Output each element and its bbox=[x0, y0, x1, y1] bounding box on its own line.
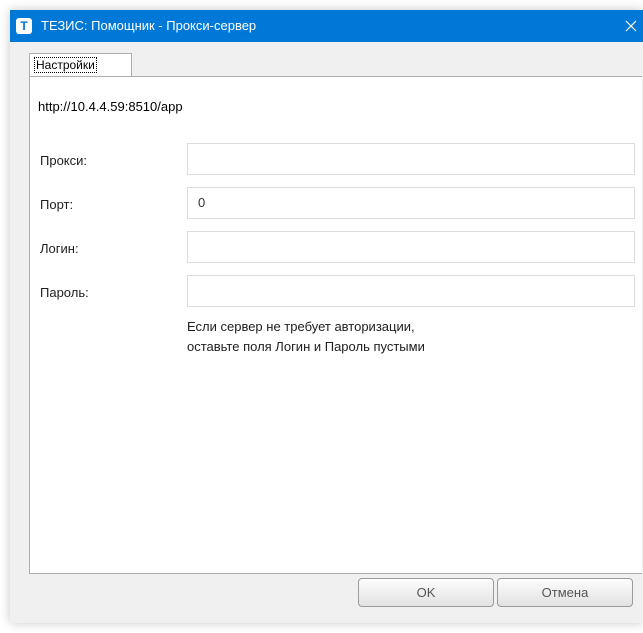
server-url: http://10.4.4.59:8510/app bbox=[38, 99, 183, 114]
ok-button[interactable]: OK bbox=[358, 578, 494, 607]
window-title: ТЕЗИС: Помощник - Прокси-сервер bbox=[41, 18, 257, 33]
close-icon bbox=[625, 20, 637, 32]
auth-hint-line2: оставьте поля Логин и Пароль пустыми bbox=[187, 339, 425, 354]
app-icon: T bbox=[16, 18, 32, 34]
password-input[interactable] bbox=[187, 275, 635, 307]
proxy-label: Прокси: bbox=[40, 153, 88, 168]
login-input[interactable] bbox=[187, 231, 635, 263]
login-label: Логин: bbox=[40, 241, 79, 256]
proxy-dialog: T ТЕЗИС: Помощник - Прокси-сервер Настро… bbox=[10, 10, 643, 623]
password-label: Пароль: bbox=[40, 285, 89, 300]
auth-hint-line1: Если сервер не требует авторизации, bbox=[187, 319, 415, 334]
proxy-input[interactable] bbox=[187, 143, 635, 175]
port-input[interactable]: 0 bbox=[187, 187, 635, 219]
tab-settings-label: Настройки bbox=[34, 57, 97, 73]
settings-panel: http://10.4.4.59:8510/app Прокси: Порт: … bbox=[29, 76, 642, 574]
tab-settings[interactable]: Настройки bbox=[29, 53, 132, 76]
close-button[interactable] bbox=[619, 10, 643, 42]
title-bar[interactable]: T ТЕЗИС: Помощник - Прокси-сервер bbox=[10, 10, 643, 42]
port-label: Порт: bbox=[40, 197, 74, 212]
cancel-button[interactable]: Отмена bbox=[497, 578, 633, 607]
